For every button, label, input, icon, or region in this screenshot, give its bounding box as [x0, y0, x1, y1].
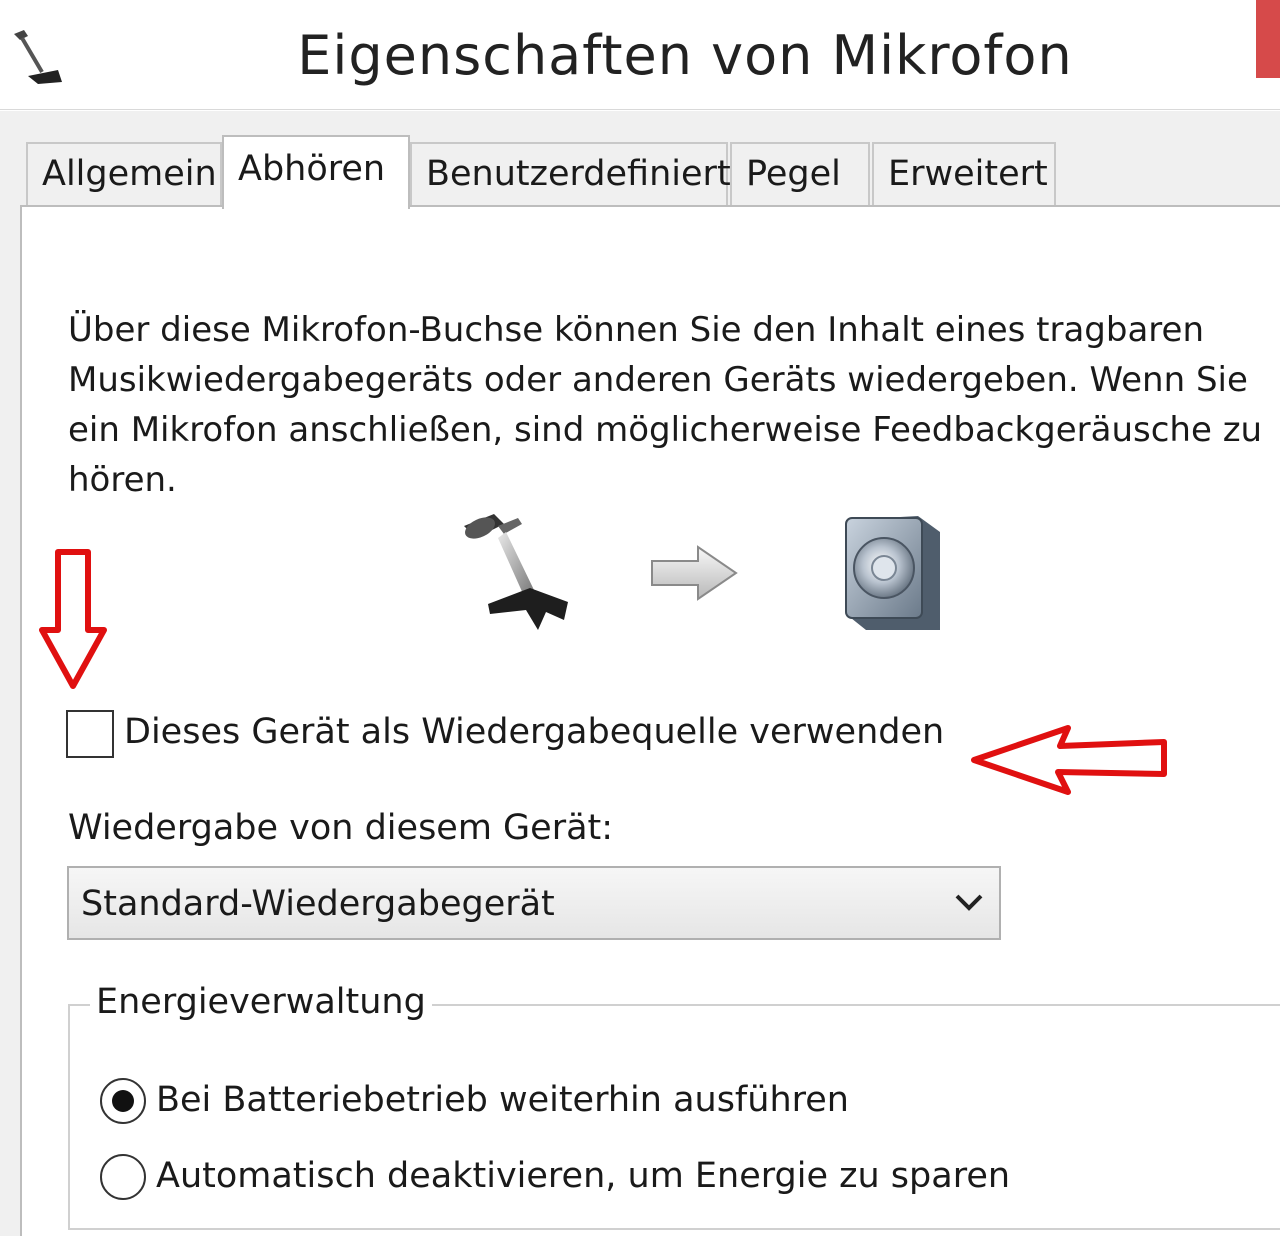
- annotation-arrow-left: [971, 725, 1167, 795]
- tab-pegel[interactable]: Pegel: [730, 142, 870, 206]
- chevron-down-icon: [955, 894, 983, 911]
- playback-device-select[interactable]: Standard-Wiedergabegerät: [67, 866, 1001, 940]
- radio-selected-dot: [112, 1090, 134, 1112]
- radio-label-auto-disable[interactable]: Automatisch deaktivieren, um Energie zu …: [156, 1156, 1010, 1196]
- use-as-playback-source-checkbox[interactable]: [66, 710, 114, 758]
- title-bar: Eigenschaften von Mikrofon: [0, 0, 1280, 110]
- tab-abhoeren[interactable]: Abhören: [222, 135, 410, 209]
- annotation-arrow-down: [39, 549, 107, 689]
- power-management-title: Energieverwaltung: [90, 982, 432, 1022]
- radio-auto-disable[interactable]: [100, 1154, 146, 1200]
- close-button[interactable]: [1256, 0, 1280, 78]
- arrow-right-icon: [651, 545, 738, 601]
- playback-device-value: Standard-Wiedergabegerät: [81, 884, 555, 924]
- speaker-icon: [845, 516, 940, 630]
- listen-description: Über diese Mikrofon-Buchse können Sie de…: [68, 310, 1263, 500]
- tab-allgemein[interactable]: Allgemein: [26, 142, 222, 206]
- tab-erweitert[interactable]: Erweitert: [872, 142, 1056, 206]
- microphone-icon: [464, 514, 568, 630]
- tab-benutzerdefiniert[interactable]: Benutzerdefiniert: [410, 142, 731, 206]
- checkbox-label[interactable]: Dieses Gerät als Wiedergabequelle verwen…: [124, 712, 944, 752]
- radio-label-keep-running[interactable]: Bei Batteriebetrieb weiterhin ausführen: [156, 1080, 849, 1120]
- window-title: Eigenschaften von Mikrofon: [297, 24, 1073, 87]
- playback-device-label: Wiedergabe von diesem Gerät:: [68, 808, 614, 848]
- radio-keep-running-on-battery[interactable]: [100, 1078, 146, 1124]
